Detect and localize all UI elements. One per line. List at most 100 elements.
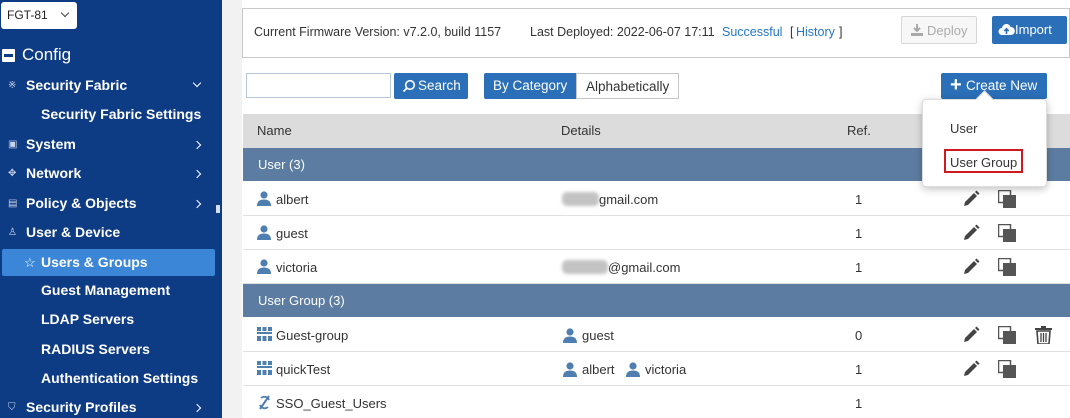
user-group-icon [257,361,272,375]
member-name[interactable]: victoria [645,362,686,377]
edit-icon[interactable] [962,258,980,276]
sidebar-item-label: Security Fabric Settings [41,106,202,122]
sidebar-item-guest-management[interactable]: Guest Management [0,277,222,305]
row-ref: 1 [855,260,863,275]
search-input[interactable] [246,73,391,98]
sidebar-item-system[interactable]: ▣ System [0,131,222,159]
sidebar-item-label: Security Profiles [26,399,137,415]
member-name[interactable]: guest [582,328,614,343]
firmware-version: Current Firmware Version: v7.2.0, build … [254,25,502,39]
clone-icon[interactable] [998,360,1016,378]
table-row[interactable]: guest 1 [243,216,1070,250]
row-name: quickTest [276,362,331,377]
policy-icon: ▤ [8,198,18,209]
device-selector[interactable]: FGT-81 [1,2,77,29]
search-button[interactable]: Search [394,73,468,99]
sidebar-item-policy-objects[interactable]: ▤ Policy & Objects [0,190,222,218]
edit-icon[interactable] [962,326,980,344]
clone-icon[interactable] [998,326,1016,344]
row-name: SSO_Guest_Users [276,396,387,411]
firmware-bar: Current Firmware Version: v7.2.0, build … [242,8,1070,58]
row-ref: 1 [855,396,863,411]
redacted-email [562,260,608,274]
dropdown-item-user-group[interactable]: User Group [950,155,1017,170]
chevron-right-icon [192,199,202,209]
history-bracket-open: [ [790,25,794,39]
user-icon [563,362,577,377]
column-header-ref[interactable]: Ref. [847,123,871,138]
member-name[interactable]: albert [582,362,615,377]
row-name: victoria [276,260,318,275]
fabric-icon: ※ [8,80,17,91]
sidebar-item-users-groups[interactable]: ☆ Users & Groups [0,249,222,277]
sidebar-item-label: RADIUS Servers [41,341,150,357]
user-icon [563,328,577,343]
table-row[interactable]: victoria @gmail.com 1 [243,250,1070,284]
sidebar-item-user-device[interactable]: ♙ User & Device [0,219,222,247]
sso-group-icon [259,395,270,410]
sidebar-item-network[interactable]: ✥ Network [0,160,222,188]
chevron-down-icon [192,78,202,88]
sidebar-item-label: Authentication Settings [41,370,199,386]
user-device-icon: ♙ [8,227,17,238]
sidebar-item-security-profiles[interactable]: ⛉ Security Profiles [0,394,222,418]
alphabetically-toggle[interactable]: Alphabetically [576,73,679,99]
clone-icon[interactable] [998,190,1016,208]
deploy-status-link[interactable]: Successful [722,25,782,39]
last-deployed: Last Deployed: 2022-06-07 17:11 [530,25,715,39]
edit-icon[interactable] [962,360,980,378]
import-button[interactable]: Import [992,16,1067,44]
sidebar-item-label: Guest Management [41,282,171,298]
create-new-dropdown: User User Group [922,99,1047,187]
user-icon [257,259,271,274]
edit-icon[interactable] [962,224,980,242]
table-row[interactable]: SSO_Guest_Users 1 [243,386,1070,418]
scrollbar-handle[interactable] [216,205,220,213]
import-label: Import [1015,22,1052,37]
row-detail: @gmail.com [608,260,681,275]
create-new-button[interactable]: + Create New [941,73,1047,99]
sidebar-item-label: System [26,136,76,152]
table-row[interactable]: albert gmail.com 1 [243,182,1070,216]
column-header-details[interactable]: Details [561,123,601,138]
redacted-email [562,192,599,206]
sidebar-item-label: Security Fabric [26,77,128,93]
security-profiles-icon: ⛉ [8,402,16,413]
trash-icon[interactable] [1035,326,1052,344]
history-link[interactable]: History [796,25,835,39]
sidebar-item-label: User & Device [26,224,121,240]
column-header-name[interactable]: Name [257,123,292,138]
search-label: Search [418,78,461,93]
chevron-right-icon [192,140,202,150]
sidebar-item-ldap-servers[interactable]: LDAP Servers [0,306,222,334]
sidebar-item-security-fabric[interactable]: ※ Security Fabric [0,72,222,100]
download-icon [911,24,923,36]
sidebar-item-label: Users & Groups [41,254,148,270]
chevron-right-icon [192,403,202,413]
sidebar-item-security-fabric-settings[interactable]: Security Fabric Settings [0,101,222,129]
clone-icon[interactable] [998,258,1016,276]
config-section-header[interactable]: Config [0,44,222,68]
cloud-upload-icon [998,24,1015,35]
by-category-label: By Category [493,78,568,93]
network-icon: ✥ [8,168,17,179]
dropdown-item-user[interactable]: User [950,121,977,136]
table-row[interactable]: Guest-group guest 0 [243,318,1070,352]
user-group-icon [257,327,272,341]
table-row[interactable]: quickTest albert victoria 1 [243,352,1070,386]
row-ref: 1 [855,192,863,207]
clone-icon[interactable] [998,224,1016,242]
sidebar-item-radius-servers[interactable]: RADIUS Servers [0,336,222,364]
edit-icon[interactable] [962,190,980,208]
device-name: FGT-81 [7,8,48,22]
create-new-label: Create New [966,78,1038,93]
system-icon: ▣ [8,139,18,150]
chevron-right-icon [192,169,202,179]
deploy-button[interactable]: Deploy [901,16,977,44]
sidebar-item-authentication-settings[interactable]: Authentication Settings [0,365,222,393]
chevron-down-icon [60,8,70,18]
row-ref: 0 [855,328,863,343]
by-category-toggle[interactable]: By Category [484,73,576,99]
group-header-user-group[interactable]: User Group (3) [243,284,1070,317]
row-ref: 1 [855,362,863,377]
